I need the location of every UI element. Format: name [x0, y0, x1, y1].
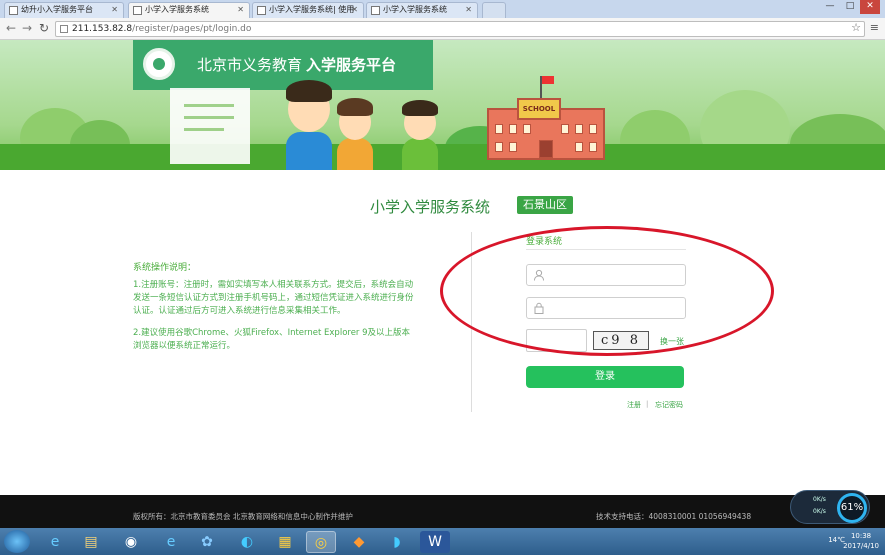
- bookmark-star-icon[interactable]: ☆: [851, 21, 861, 34]
- school-sign: SCHOOL: [517, 98, 561, 120]
- ie-icon[interactable]: e: [156, 531, 186, 553]
- back-icon[interactable]: ←: [4, 21, 18, 35]
- menu-icon[interactable]: ≡: [870, 21, 879, 34]
- close-window-button[interactable]: ✕: [860, 0, 880, 14]
- page-footer: 版权所有：北京市教育委员会 北京教育网络和信息中心制作并维护 技术支持电话：40…: [0, 495, 885, 528]
- close-icon[interactable]: ✕: [237, 3, 244, 17]
- register-link[interactable]: 注册: [627, 400, 641, 410]
- help-title: 系统操作说明：: [133, 263, 197, 273]
- forward-icon[interactable]: →: [20, 21, 34, 35]
- flag-icon: [542, 76, 554, 84]
- link-separator: |: [646, 400, 649, 408]
- copyright-text: 版权所有：北京市教育委员会 北京教育网络和信息中心制作并维护: [133, 512, 353, 521]
- tab-title: 小学入学服务系统: [145, 5, 209, 14]
- download-speed: 0K/s: [813, 508, 826, 515]
- url-host: 211.153.82.8: [72, 24, 133, 34]
- page-icon: [133, 6, 142, 15]
- maximize-button[interactable]: □: [840, 0, 860, 14]
- network-speed-widget[interactable]: 0K/s 0K/s 61%: [790, 490, 870, 524]
- page-icon: [9, 6, 18, 15]
- app-icon[interactable]: ◆: [344, 531, 374, 553]
- explorer-folder-icon[interactable]: ▤: [76, 531, 106, 553]
- reload-icon[interactable]: ↻: [37, 21, 51, 35]
- tech-support-text: 技术支持电话：4008310001 01056949438: [596, 512, 752, 521]
- child-illustration: [400, 98, 440, 170]
- start-button[interactable]: [4, 530, 30, 553]
- url-path: /register/pages/pt/login.do: [132, 24, 252, 34]
- document-illustration: [170, 88, 250, 164]
- tab-title: 幼升小入学服务平台: [21, 5, 93, 14]
- windows-taskbar: e ▤ ◉ e ✿ ◐ ▦ ◎ ◆ ◗ W 14℃ 10:38 2017/4/1…: [0, 528, 885, 555]
- page-icon: [371, 6, 380, 15]
- close-icon[interactable]: ✕: [351, 3, 358, 17]
- edge-icon[interactable]: ◐: [232, 531, 262, 553]
- qq-browser-icon[interactable]: ◗: [382, 531, 412, 553]
- browser-toolbar: ← → ↻ 211.153.82.8/register/pages/pt/log…: [0, 18, 885, 40]
- memory-percent: 61%: [837, 493, 867, 523]
- browser-tabstrip: 幼升小入学服务平台 ✕ 小学入学服务系统 ✕ 小学入学服务系统| 使用 ✕ 小学…: [0, 0, 885, 18]
- taskbar-clock[interactable]: 10:38 2017/4/10: [843, 531, 879, 551]
- forgot-password-link[interactable]: 忘记密码: [655, 400, 683, 410]
- header-banner: 北京市义务教育 入学服务平台 SCHOOL: [0, 40, 885, 170]
- paw-icon[interactable]: ✿: [192, 531, 222, 553]
- word-icon[interactable]: W: [420, 531, 450, 553]
- minimize-button[interactable]: —: [820, 0, 840, 14]
- tab-title: 小学入学服务系统| 使用: [269, 5, 355, 14]
- ie-icon[interactable]: e: [40, 531, 70, 553]
- new-tab-button[interactable]: [482, 2, 506, 18]
- address-bar[interactable]: 211.153.82.8/register/pages/pt/login.do: [55, 21, 865, 37]
- annotation-circle: [440, 226, 774, 356]
- page-icon: [60, 25, 68, 33]
- help-paragraph: 2.建议使用谷歌Chrome、火狐Firefox、Internet Explor…: [133, 328, 411, 351]
- banner-ground: [0, 144, 885, 170]
- clock-date: 2017/4/10: [843, 542, 879, 550]
- close-icon[interactable]: ✕: [111, 3, 118, 17]
- media-player-icon[interactable]: ◉: [116, 531, 146, 553]
- app-grid-icon[interactable]: ▦: [270, 531, 300, 553]
- page-icon: [257, 6, 266, 15]
- logo-text: 北京市义务教育 入学服务平台: [197, 56, 397, 74]
- close-icon[interactable]: ✕: [465, 3, 472, 17]
- page-title: 小学入学服务系统: [370, 198, 491, 216]
- child-illustration: [335, 96, 375, 170]
- child-illustration: [282, 78, 334, 170]
- login-button[interactable]: 登录: [526, 366, 684, 388]
- clock-time: 10:38: [850, 532, 872, 540]
- browser-tab-active[interactable]: 小学入学服务系统 ✕: [128, 2, 250, 18]
- browser-tab[interactable]: 小学入学服务系统 ✕: [366, 2, 478, 18]
- browser-tab[interactable]: 幼升小入学服务平台 ✕: [4, 2, 124, 18]
- chrome-icon[interactable]: ◎: [306, 531, 336, 553]
- emblem-icon: [143, 48, 175, 80]
- help-paragraph: 1.注册账号：注册时，需如实填写本人相关联系方式。提交后，系统会自动发送一条短信…: [133, 280, 414, 316]
- browser-tab[interactable]: 小学入学服务系统| 使用 ✕: [252, 2, 364, 18]
- tab-title: 小学入学服务系统: [383, 5, 447, 14]
- upload-speed: 0K/s: [813, 496, 826, 503]
- district-badge: 石景山区: [517, 196, 573, 214]
